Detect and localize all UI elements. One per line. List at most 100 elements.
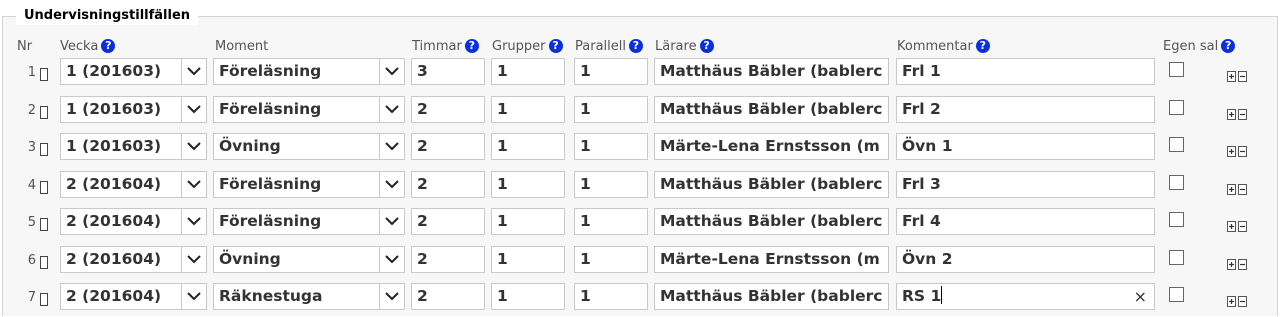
vecka-select[interactable]: 1 (201603)	[60, 58, 207, 85]
kommentar-input[interactable]: RS 1 ×	[896, 283, 1155, 310]
parallell-value: 1	[580, 62, 591, 80]
kommentar-input[interactable]: Frl 3	[896, 171, 1155, 198]
timmar-input[interactable]: 3	[411, 58, 485, 85]
larare-input[interactable]: Matthäus Bäbler (bablerc	[654, 171, 889, 198]
larare-input[interactable]: Märte-Lena Ernstsson (m	[654, 133, 889, 160]
timmar-input[interactable]: 2	[411, 133, 485, 160]
minus-icon[interactable]	[1238, 105, 1247, 120]
grupper-input[interactable]: 1	[491, 246, 565, 273]
chevron-down-icon[interactable]	[181, 134, 206, 159]
drag-handle-icon[interactable]	[40, 143, 48, 156]
plus-icon[interactable]	[1227, 292, 1236, 307]
moment-select[interactable]: Föreläsning	[213, 208, 405, 235]
help-icon[interactable]: ?	[699, 39, 714, 53]
kommentar-input[interactable]: Frl 2	[896, 96, 1155, 123]
grupper-input[interactable]: 1	[491, 133, 565, 160]
grupper-input[interactable]: 1	[491, 171, 565, 198]
vecka-select[interactable]: 2 (201604)	[60, 208, 207, 235]
moment-select[interactable]: Föreläsning	[213, 58, 405, 85]
minus-icon[interactable]	[1238, 292, 1247, 307]
clear-icon[interactable]: ×	[1134, 284, 1147, 309]
chevron-down-icon[interactable]	[379, 172, 404, 197]
vecka-select[interactable]: 2 (201604)	[60, 171, 207, 198]
chevron-down-icon[interactable]	[379, 59, 404, 84]
egen-sal-checkbox[interactable]	[1169, 62, 1184, 77]
moment-select[interactable]: Föreläsning	[213, 96, 405, 123]
help-icon[interactable]: ?	[548, 39, 563, 53]
chevron-down-icon[interactable]	[379, 284, 404, 309]
chevron-down-icon[interactable]	[379, 247, 404, 272]
help-icon[interactable]: ?	[975, 39, 990, 53]
parallell-input[interactable]: 1	[574, 246, 648, 273]
chevron-down-icon[interactable]	[379, 209, 404, 234]
egen-sal-checkbox[interactable]	[1169, 250, 1184, 265]
chevron-down-icon[interactable]	[181, 209, 206, 234]
drag-handle-icon[interactable]	[40, 68, 48, 81]
parallell-input[interactable]: 1	[574, 58, 648, 85]
timmar-input[interactable]: 2	[411, 208, 485, 235]
moment-select[interactable]: Räknestuga	[213, 283, 405, 310]
drag-handle-icon[interactable]	[40, 256, 48, 269]
drag-handle-icon[interactable]	[40, 293, 48, 306]
egen-sal-checkbox[interactable]	[1169, 137, 1184, 152]
egen-sal-checkbox[interactable]	[1169, 175, 1184, 190]
minus-icon[interactable]	[1238, 67, 1247, 82]
kommentar-input[interactable]: Övn 1	[896, 133, 1155, 160]
grupper-input[interactable]: 1	[491, 58, 565, 85]
timmar-input[interactable]: 2	[411, 96, 485, 123]
moment-select[interactable]: Övning	[213, 133, 405, 160]
vecka-select[interactable]: 2 (201604)	[60, 246, 207, 273]
help-icon[interactable]: ?	[101, 39, 116, 53]
timmar-input[interactable]: 2	[411, 171, 485, 198]
minus-icon[interactable]	[1238, 217, 1247, 232]
vecka-select[interactable]: 1 (201603)	[60, 96, 207, 123]
vecka-select[interactable]: 1 (201603)	[60, 133, 207, 160]
plus-icon[interactable]	[1227, 217, 1236, 232]
kommentar-input[interactable]: Övn 2	[896, 246, 1155, 273]
minus-icon[interactable]	[1238, 180, 1247, 195]
chevron-down-icon[interactable]	[181, 247, 206, 272]
moment-select[interactable]: Föreläsning	[213, 171, 405, 198]
chevron-down-icon[interactable]	[379, 97, 404, 122]
minus-icon[interactable]	[1238, 255, 1247, 270]
plus-icon[interactable]	[1227, 180, 1236, 195]
egen-sal-checkbox[interactable]	[1169, 287, 1184, 302]
help-icon[interactable]: ?	[1221, 39, 1236, 53]
chevron-down-icon[interactable]	[181, 284, 206, 309]
drag-handle-icon[interactable]	[40, 181, 48, 194]
egen-sal-checkbox[interactable]	[1169, 212, 1184, 227]
parallell-input[interactable]: 1	[574, 133, 648, 160]
larare-input[interactable]: Matthäus Bäbler (bablerc	[654, 58, 889, 85]
vecka-select[interactable]: 2 (201604)	[60, 283, 207, 310]
plus-icon[interactable]	[1227, 105, 1236, 120]
larare-input[interactable]: Märte-Lena Ernstsson (m	[654, 246, 889, 273]
help-icon[interactable]: ?	[628, 39, 643, 53]
moment-select[interactable]: Övning	[213, 246, 405, 273]
plus-icon[interactable]	[1227, 142, 1236, 157]
plus-icon[interactable]	[1227, 67, 1236, 82]
chevron-down-icon[interactable]	[181, 172, 206, 197]
grupper-input[interactable]: 1	[491, 208, 565, 235]
larare-input[interactable]: Matthäus Bäbler (bablerc	[654, 208, 889, 235]
egen-sal-checkbox[interactable]	[1169, 100, 1184, 115]
kommentar-input[interactable]: Frl 4	[896, 208, 1155, 235]
larare-input[interactable]: Matthäus Bäbler (bablerc	[654, 96, 889, 123]
drag-handle-icon[interactable]	[40, 218, 48, 231]
grupper-input[interactable]: 1	[491, 96, 565, 123]
parallell-input[interactable]: 1	[574, 96, 648, 123]
chevron-down-icon[interactable]	[181, 97, 206, 122]
drag-handle-icon[interactable]	[40, 106, 48, 119]
chevron-down-icon[interactable]	[181, 59, 206, 84]
chevron-down-icon[interactable]	[379, 134, 404, 159]
minus-icon[interactable]	[1238, 142, 1247, 157]
larare-input[interactable]: Matthäus Bäbler (bablerc	[654, 283, 889, 310]
help-icon[interactable]: ?	[464, 39, 479, 53]
plus-icon[interactable]	[1227, 255, 1236, 270]
parallell-input[interactable]: 1	[574, 208, 648, 235]
parallell-input[interactable]: 1	[574, 171, 648, 198]
grupper-input[interactable]: 1	[491, 283, 565, 310]
kommentar-input[interactable]: Frl 1	[896, 58, 1155, 85]
timmar-input[interactable]: 2	[411, 246, 485, 273]
parallell-input[interactable]: 1	[574, 283, 648, 310]
timmar-input[interactable]: 2	[411, 283, 485, 310]
